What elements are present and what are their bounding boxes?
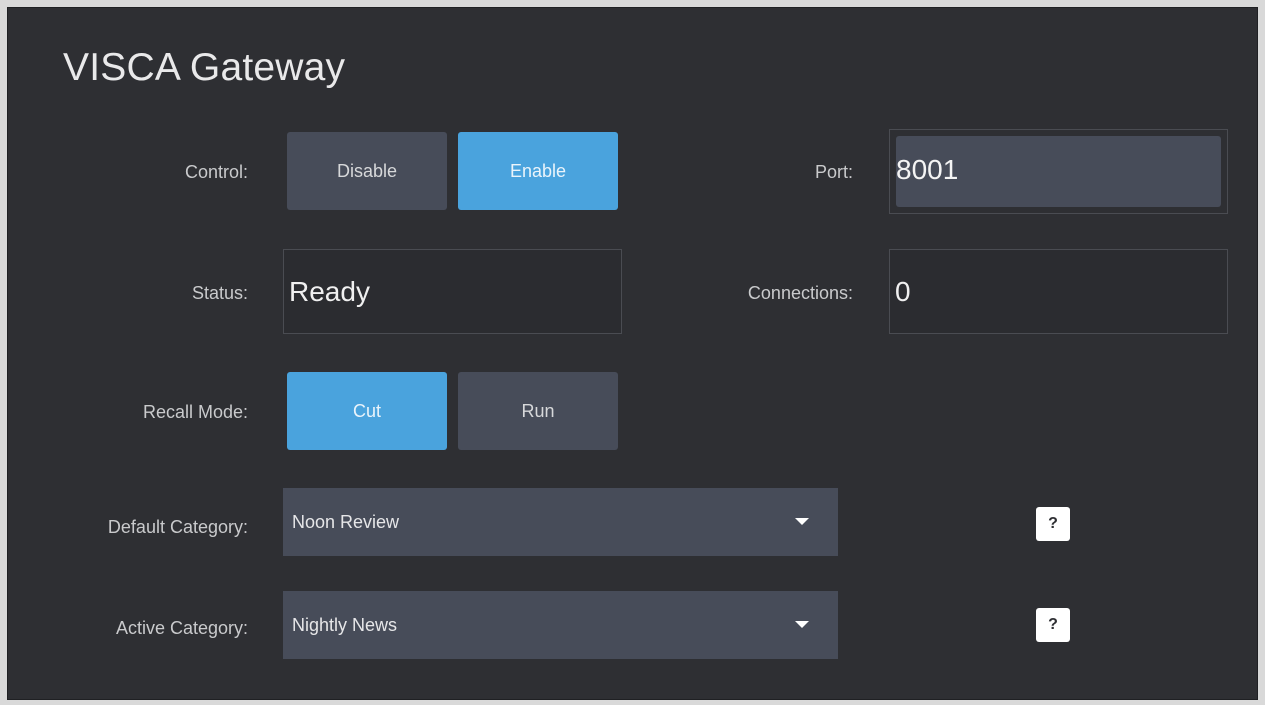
recall-mode-label: Recall Mode: [142, 402, 248, 422]
default-category-value: Noon Review [292, 511, 400, 532]
chevron-down-icon [795, 518, 809, 525]
default-category-select[interactable]: Noon Review [283, 488, 838, 556]
recall-cut-button[interactable]: Cut [287, 372, 447, 450]
port-field-frame [889, 129, 1228, 214]
active-category-select[interactable]: Nightly News [283, 591, 838, 659]
status-label: Status: [191, 283, 248, 303]
chevron-down-icon [795, 621, 809, 628]
recall-run-button[interactable]: Run [458, 372, 618, 450]
panel-title: VISCA Gateway [63, 46, 346, 89]
default-category-help-icon[interactable]: ? [1036, 507, 1070, 541]
active-category-help-icon[interactable]: ? [1036, 608, 1070, 642]
status-value: Ready [289, 275, 370, 307]
active-category-label: Active Category: [115, 618, 248, 638]
control-enable-button[interactable]: Enable [458, 132, 618, 210]
control-disable-button[interactable]: Disable [287, 132, 447, 210]
connections-label: Connections: [747, 283, 853, 303]
connections-value: 0 [895, 275, 911, 307]
status-display: Ready [283, 249, 622, 334]
visca-gateway-panel: VISCA Gateway Control: Disable Enable Po… [7, 7, 1258, 700]
control-label: Control: [184, 162, 248, 182]
active-category-value: Nightly News [292, 614, 398, 635]
connections-display: 0 [889, 249, 1228, 334]
port-label: Port: [814, 162, 853, 182]
default-category-label: Default Category: [107, 517, 248, 537]
port-input[interactable] [896, 136, 1221, 207]
